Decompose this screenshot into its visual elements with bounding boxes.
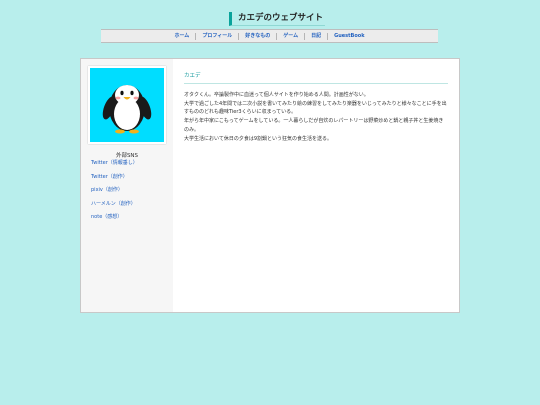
content-title: カエデ: [184, 71, 448, 84]
sns-link-twitter-creative[interactable]: Twitter（創作）: [91, 174, 138, 180]
sns-heading: 外部SNS: [115, 153, 139, 159]
bio-paragraph: 年がら年中家にこもってゲームをしている。一人暮らしだが自炊のレパートリーは野菜炒…: [184, 118, 444, 133]
nav-item-guestbook[interactable]: GuestBook: [327, 32, 370, 40]
sns-link-note[interactable]: note（感想）: [91, 214, 138, 220]
nav-bar: ホーム プロフィール 好きなもの ゲーム 日記 GuestBook: [101, 29, 438, 43]
nav-item-favorites[interactable]: 好きなもの: [238, 32, 276, 40]
site-title: カエデのウェブサイト: [229, 12, 326, 26]
sns-link-hameln[interactable]: ハーメルン（創作）: [91, 201, 138, 207]
main-panel: 外部SNS Twitter（情報垂し） Twitter（創作） pixiv（創作…: [80, 58, 460, 313]
sns-link-twitter-info[interactable]: Twitter（情報垂し）: [91, 160, 138, 166]
bio-paragraph: オタクくん。卒論製作中に血迷って個人サイトを作り始める人間。計画性がない。: [184, 92, 369, 98]
avatar-frame: [88, 66, 166, 144]
profile-content: カエデ オタクくん。卒論製作中に血迷って個人サイトを作り始める人間。計画性がない…: [184, 71, 448, 143]
bio-paragraph: 大学生活において休日の夕食は9割鍋という狂気の食生活を送る。: [184, 135, 333, 142]
bio: オタクくん。卒論製作中に血迷って個人サイトを作り始める人間。計画性がない。 大学…: [184, 91, 448, 143]
nav-item-diary[interactable]: 日記: [304, 32, 327, 40]
sns-list: Twitter（情報垂し） Twitter（創作） pixiv（創作） ハーメル…: [91, 160, 138, 228]
bio-paragraph: 大学で過ごした4年間では二次小説を書いてみたり絵の練習をしてみたり楽器をいじって…: [184, 100, 447, 116]
sidebar: 外部SNS Twitter（情報垂し） Twitter（創作） pixiv（創作…: [81, 59, 173, 312]
nav-item-profile[interactable]: プロフィール: [195, 32, 238, 40]
nav-item-games[interactable]: ゲーム: [276, 32, 304, 40]
nav-item-home[interactable]: ホーム: [168, 33, 195, 40]
sns-link-pixiv[interactable]: pixiv（創作）: [91, 187, 138, 193]
avatar: [90, 68, 164, 142]
penguin-icon: [102, 85, 152, 134]
